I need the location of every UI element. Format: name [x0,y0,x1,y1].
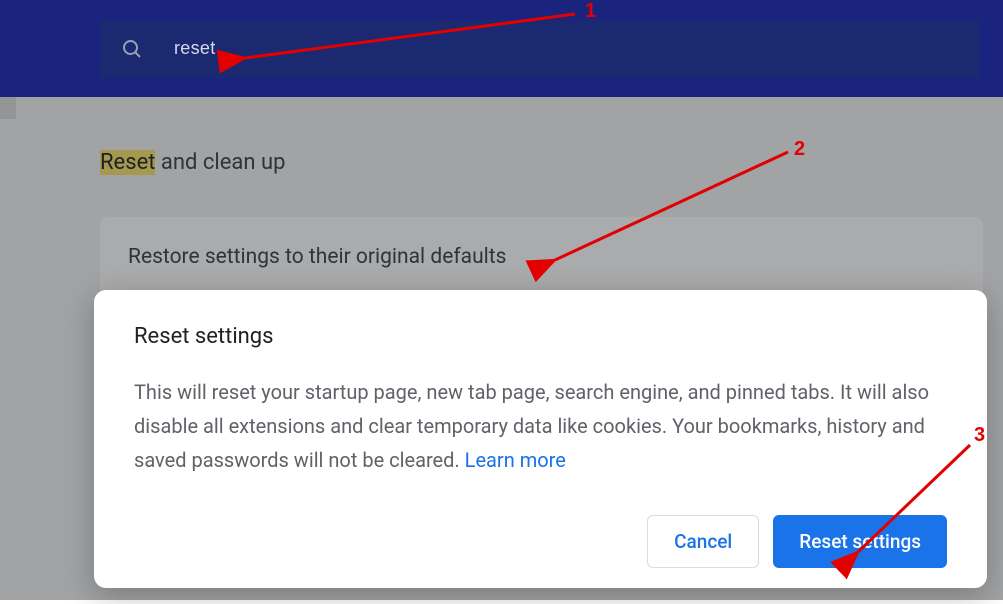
settings-search-box[interactable] [100,20,980,78]
learn-more-link[interactable]: Learn more [465,448,566,472]
dialog-title: Reset settings [134,324,947,349]
cancel-button[interactable]: Cancel [647,515,759,568]
settings-header [0,0,1003,97]
dialog-actions: Cancel Reset settings [134,515,947,568]
search-icon [120,37,144,61]
reset-settings-dialog: Reset settings This will reset your star… [94,290,987,588]
search-input[interactable] [174,38,960,59]
reset-settings-button[interactable]: Reset settings [773,515,947,568]
dialog-body: This will reset your startup page, new t… [134,375,947,477]
